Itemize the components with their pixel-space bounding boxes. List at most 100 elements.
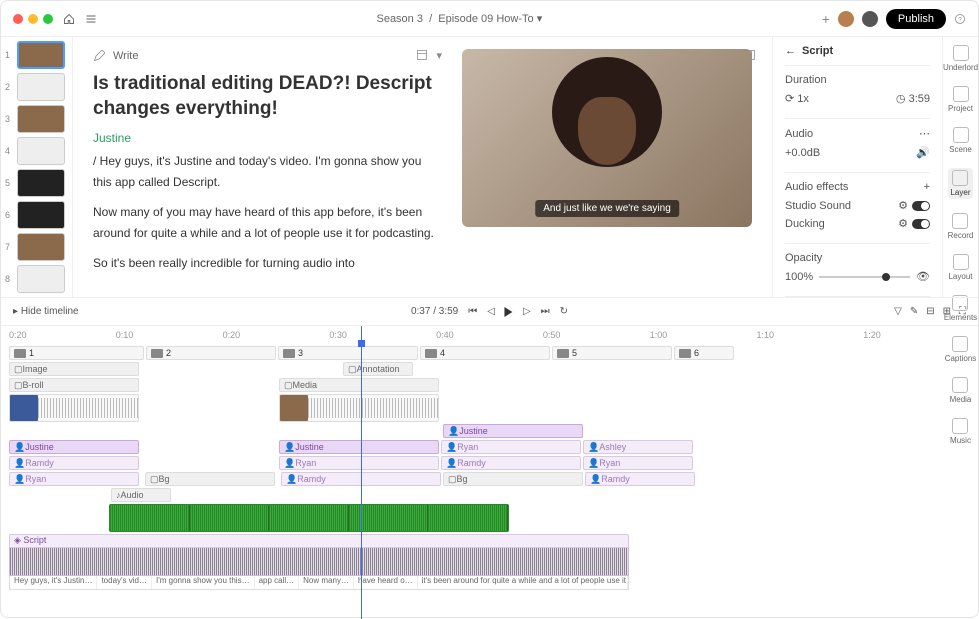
scene-thumb[interactable]: 5 bbox=[5, 169, 68, 197]
caption-overlay: And just like we we're saying bbox=[535, 200, 679, 217]
prev-frame-icon[interactable]: ◁ bbox=[487, 306, 495, 317]
home-icon[interactable] bbox=[63, 13, 75, 25]
back-arrow-icon[interactable]: ← bbox=[785, 45, 796, 57]
rail-layout[interactable]: Layout bbox=[948, 254, 972, 281]
scene-thumb[interactable]: 6 bbox=[5, 201, 68, 229]
speaker-clip[interactable]: 👤 Ryan bbox=[9, 472, 139, 486]
eye-icon[interactable]: 👁 bbox=[916, 270, 930, 283]
next-frame-icon[interactable]: ▷ bbox=[523, 306, 531, 317]
rail-layer[interactable]: Layer bbox=[948, 168, 972, 199]
menu-icon[interactable] bbox=[85, 13, 97, 25]
avatar[interactable] bbox=[838, 11, 854, 27]
blade-tool-icon[interactable]: ✎ bbox=[910, 306, 918, 317]
media-clip[interactable]: ▢ Media bbox=[279, 378, 439, 392]
toggle[interactable] bbox=[912, 219, 930, 229]
scene-thumb[interactable]: 1 bbox=[5, 41, 68, 69]
chevron-down-icon[interactable]: ▾ bbox=[436, 49, 442, 62]
speaker-clip[interactable]: 👤 Ryan bbox=[279, 456, 439, 470]
media-track-clip[interactable] bbox=[279, 394, 439, 422]
image-clip[interactable]: ▢ Image bbox=[9, 362, 139, 376]
settings-icon[interactable]: ⚙ bbox=[898, 217, 908, 230]
scene-thumb[interactable]: 8 bbox=[5, 265, 68, 293]
time-ruler[interactable]: 0:200:100:200:300:400:501:001:101:20 bbox=[9, 330, 970, 346]
rail-scene[interactable]: Scene bbox=[949, 127, 972, 154]
add-icon[interactable]: + bbox=[822, 11, 830, 27]
script-text-track[interactable]: Hey guys, it's Justin…today's vid…I'm go… bbox=[9, 576, 629, 590]
speaker-clip[interactable]: 👤 Ryan bbox=[583, 456, 693, 470]
transcript-editor[interactable]: Write ▾ Is traditional editing DEAD?! De… bbox=[73, 37, 462, 297]
transcript-paragraph[interactable]: So it's been really incredible for turni… bbox=[93, 253, 442, 273]
loop-icon[interactable]: ↻ bbox=[560, 306, 568, 317]
speaker-clip[interactable]: 👤 Ramdy bbox=[281, 472, 441, 486]
transcript-paragraph[interactable]: Now many of you may have heard of this a… bbox=[93, 202, 442, 243]
hide-timeline-btn[interactable]: ▸ Hide timeline bbox=[13, 306, 79, 317]
properties-panel: ←Script Duration ⟳ 1x◷ 3:59 Audio⋯ +0.0d… bbox=[772, 37, 942, 297]
add-icon[interactable]: + bbox=[924, 181, 930, 193]
avatar[interactable] bbox=[862, 11, 878, 27]
speaker-clip[interactable]: 👤 Ryan bbox=[441, 440, 581, 454]
rail-project[interactable]: Project bbox=[948, 86, 973, 113]
rail-record[interactable]: Record bbox=[948, 213, 974, 240]
scene-marker[interactable]: 4 bbox=[420, 346, 550, 360]
speaker-clip[interactable]: 👤 Justine bbox=[443, 424, 583, 438]
skip-back-icon[interactable]: ⏮ bbox=[468, 306, 477, 317]
settings-icon[interactable]: ⚙ bbox=[898, 199, 908, 212]
composition-title[interactable]: Is traditional editing DEAD?! Descript c… bbox=[93, 72, 442, 121]
scene-markers[interactable]: 1 2 3 4 5 6 bbox=[9, 346, 970, 360]
scene-thumb[interactable]: 2 bbox=[5, 73, 68, 101]
help-icon[interactable]: ? bbox=[954, 13, 966, 25]
layout-icon[interactable] bbox=[416, 49, 428, 61]
transcript-paragraph[interactable]: / Hey guys, it's Justine and today's vid… bbox=[93, 151, 442, 192]
speaker-label[interactable]: Justine bbox=[93, 131, 442, 145]
close-window-btn[interactable] bbox=[13, 14, 23, 24]
video-preview[interactable]: And just like we we're saying bbox=[462, 49, 752, 227]
zoom-out-icon[interactable]: ⊟ bbox=[926, 306, 934, 317]
skip-fwd-icon[interactable]: ⏭ bbox=[541, 306, 550, 317]
cursor-tool-icon[interactable]: ▽ bbox=[894, 306, 902, 317]
scene-thumb[interactable]: 7 bbox=[5, 233, 68, 261]
opacity-slider[interactable] bbox=[819, 276, 910, 278]
studio-sound-toggle[interactable]: Studio Sound bbox=[785, 200, 851, 212]
zoom-in-icon[interactable]: ⊞ bbox=[943, 306, 951, 317]
ducking-toggle[interactable]: Ducking bbox=[785, 218, 825, 230]
toggle[interactable] bbox=[912, 201, 930, 211]
scene-marker[interactable]: 6 bbox=[674, 346, 734, 360]
timeline[interactable]: 0:200:100:200:300:400:501:001:101:20 1 2… bbox=[1, 325, 978, 619]
speaker-clip[interactable]: 👤 Ramdy bbox=[585, 472, 695, 486]
write-mode-label[interactable]: Write bbox=[113, 50, 138, 62]
script-waveform[interactable] bbox=[9, 548, 629, 576]
chevron-down-icon: ▾ bbox=[537, 13, 543, 25]
pencil-icon bbox=[93, 50, 105, 62]
maximize-window-btn[interactable] bbox=[43, 14, 53, 24]
audio-label-clip[interactable]: ♪ Audio bbox=[111, 488, 171, 502]
audio-label: Audio bbox=[785, 128, 813, 140]
scene-marker[interactable]: 5 bbox=[552, 346, 672, 360]
scene-marker[interactable]: 1 bbox=[9, 346, 144, 360]
audio-waveform-clip[interactable] bbox=[109, 504, 509, 532]
minimize-window-btn[interactable] bbox=[28, 14, 38, 24]
annotation-clip[interactable]: ▢ Annotation bbox=[343, 362, 413, 376]
speaker-clip[interactable]: 👤 Ramdy bbox=[441, 456, 581, 470]
scene-marker[interactable]: 3 bbox=[278, 346, 418, 360]
scene-thumb[interactable]: 4 bbox=[5, 137, 68, 165]
more-icon[interactable]: ⋯ bbox=[919, 127, 930, 140]
broll-clip[interactable]: ▢ B-roll bbox=[9, 378, 139, 392]
breadcrumb[interactable]: Season 3 / Episode 09 How-To ▾ bbox=[107, 12, 812, 25]
scene-thumb[interactable]: 3 bbox=[5, 105, 68, 133]
bg-clip[interactable]: ▢ Bg bbox=[145, 472, 275, 486]
speaker-icon[interactable]: 🔊 bbox=[916, 146, 930, 159]
script-track-header[interactable]: ◈ Script bbox=[9, 534, 629, 548]
fit-icon[interactable]: ⛶ bbox=[959, 306, 966, 317]
bg-clip[interactable]: ▢ Bg bbox=[443, 472, 583, 486]
speaker-clip[interactable]: 👤 Justine bbox=[9, 440, 139, 454]
play-button[interactable] bbox=[505, 307, 513, 317]
speaker-clip[interactable]: 👤 Ashley bbox=[583, 440, 693, 454]
publish-button[interactable]: Publish bbox=[886, 9, 946, 29]
rail-underlord[interactable]: Underlord bbox=[943, 45, 978, 72]
speaker-clip[interactable]: 👤 Justine bbox=[279, 440, 439, 454]
opacity-value[interactable]: 100% bbox=[785, 271, 813, 283]
audio-gain[interactable]: +0.0dB bbox=[785, 147, 820, 159]
speaker-clip[interactable]: 👤 Ramdy bbox=[9, 456, 139, 470]
scene-marker[interactable]: 2 bbox=[146, 346, 276, 360]
media-track-clip[interactable] bbox=[9, 394, 139, 422]
